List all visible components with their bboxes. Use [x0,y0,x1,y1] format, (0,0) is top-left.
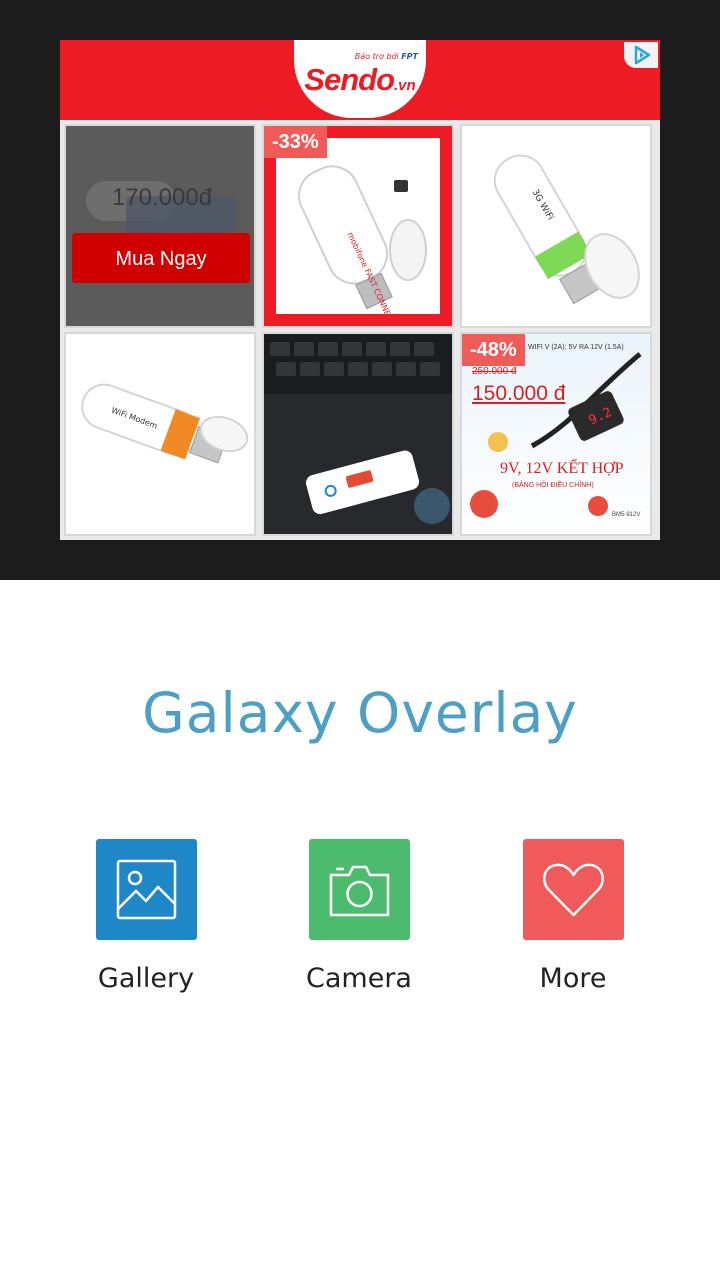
product-price: 170.000đ [111,184,213,211]
discount-badge: -48% [462,334,525,366]
usb-wifi-image: 3G WiFi [493,154,640,305]
camera-icon [329,865,389,917]
usb-wifi-orange-image: WiFi Modem [81,383,249,464]
product-grid: 170.000đ Mua Ngay mobifone FAST CONNECT [64,124,658,536]
app-title: Galaxy Overlay [142,681,578,745]
more-tile[interactable] [522,839,624,940]
ad-area: Bảo trợ bởi FPT Sendo.vn 170.000đ Mua Ng… [0,0,720,580]
camera-label: Camera [306,963,412,994]
gallery-label: Gallery [97,963,195,994]
product-tile-3[interactable]: 3G WiFi [460,124,652,328]
product-tile-4[interactable]: WiFi Modem [64,332,256,536]
camera-tile[interactable] [308,839,410,940]
product-image [264,334,452,534]
sponsor-text: Bảo trợ bởi FPT [354,52,418,61]
model-code: BM5-912V [612,512,641,518]
camera-button[interactable]: Camera [279,839,439,994]
gallery-tile[interactable] [95,839,197,940]
product-tile-6[interactable]: WIFI V (2A); 5V RA 12V (1.5A) 250.000 đ … [460,332,652,536]
product-tile-2[interactable]: mobifone FAST CONNECT -33% [262,124,454,328]
sendo-logo[interactable]: Bảo trợ bởi FPT Sendo.vn [294,40,426,118]
adchoices-icon[interactable] [624,42,658,68]
ad-header: Bảo trợ bởi FPT Sendo.vn [60,40,660,120]
product-tile-5[interactable] [262,332,454,536]
more-label: More [539,963,607,994]
gallery-icon [116,859,176,920]
usb-modem-image: mobifone FAST CONNECT [298,165,427,326]
discount-badge: -33% [264,126,327,158]
brand-text: Sendo.vn [304,62,416,97]
fpt-logo: FPT [401,52,418,61]
promo-headline: 9V, 12V KẾT HỢP [500,460,624,477]
more-button[interactable]: More [493,839,653,994]
sendo-ad-banner[interactable]: Bảo trợ bởi FPT Sendo.vn 170.000đ Mua Ng… [60,40,660,540]
promo-subtext: (BẢNG HỘI ĐIỀU CHỈNH) [512,482,594,489]
buy-now-button[interactable]: Mua Ngay [72,233,250,283]
product-tile-1[interactable]: 170.000đ Mua Ngay [64,124,256,328]
gallery-button[interactable]: Gallery [66,839,226,994]
heart-icon [542,863,604,917]
